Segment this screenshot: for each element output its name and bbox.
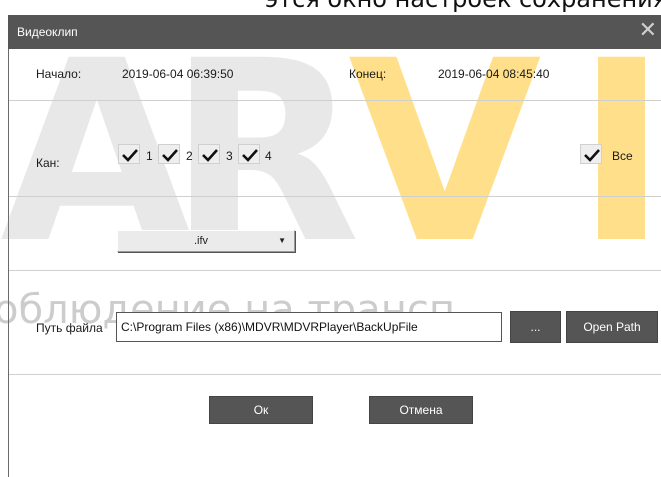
start-label: Начало:	[36, 67, 82, 81]
all-channels-checkbox[interactable]	[580, 144, 602, 164]
channel-2-checkbox[interactable]	[158, 144, 180, 164]
format-select[interactable]: .ifv ▼	[117, 230, 295, 252]
check-icon	[122, 149, 138, 162]
separator	[9, 270, 661, 271]
chevron-down-icon: ▼	[278, 236, 286, 245]
channel-3-checkbox[interactable]	[198, 144, 220, 164]
channel-3-label: 3	[226, 149, 233, 163]
all-channels-label: Все	[612, 149, 633, 163]
open-path-button[interactable]: Open Path	[566, 311, 658, 343]
check-icon	[242, 149, 258, 162]
path-input[interactable]	[116, 312, 502, 342]
check-icon	[202, 149, 218, 162]
watermark-letter-v: V	[348, 7, 542, 298]
channel-4-checkbox[interactable]	[238, 144, 260, 164]
check-icon	[584, 149, 600, 162]
check-icon	[162, 149, 178, 162]
browse-button[interactable]: ...	[510, 311, 561, 343]
end-label: Конец:	[349, 67, 387, 81]
channel-1-label: 1	[146, 149, 153, 163]
separator	[9, 374, 661, 375]
channel-1-checkbox[interactable]	[118, 144, 140, 164]
separator	[9, 100, 661, 101]
end-value[interactable]: 2019-06-04 08:45:40	[438, 67, 549, 81]
separator	[9, 196, 661, 197]
path-label: Путь файла	[36, 321, 103, 335]
ok-button[interactable]: Ок	[209, 396, 313, 424]
start-value[interactable]: 2019-06-04 06:39:50	[122, 67, 233, 81]
cancel-button[interactable]: Отмена	[369, 396, 473, 424]
channel-4-label: 4	[265, 149, 272, 163]
format-value: .ifv	[193, 235, 209, 247]
channels-label: Кан:	[36, 156, 60, 170]
channel-2-label: 2	[186, 149, 193, 163]
